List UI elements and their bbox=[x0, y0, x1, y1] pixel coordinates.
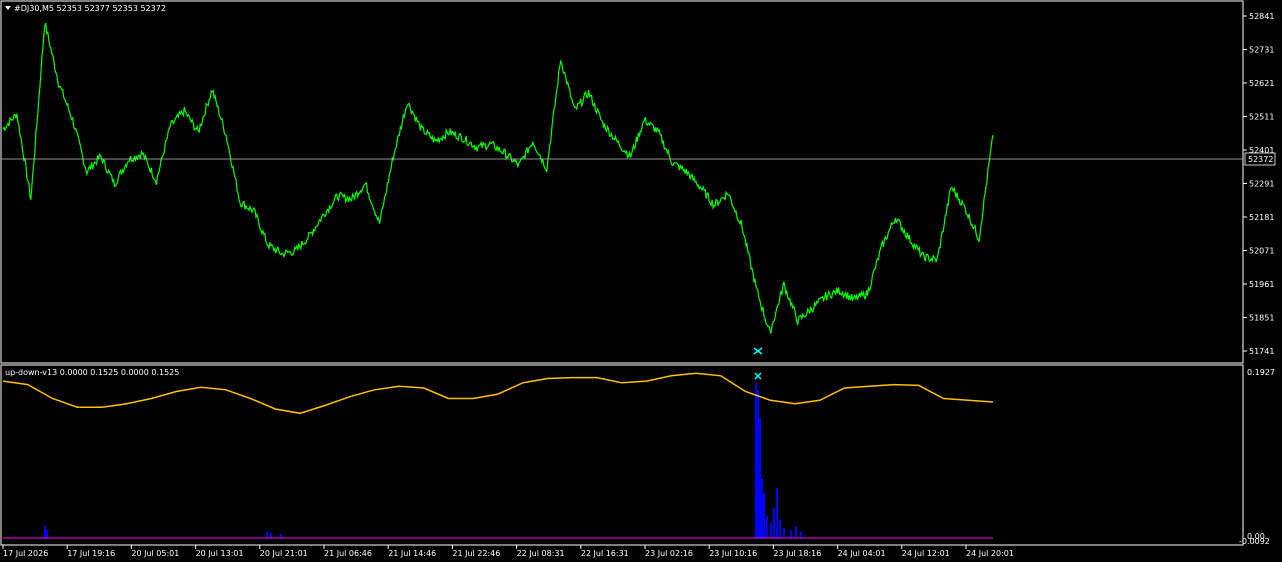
histogram-bar bbox=[790, 530, 792, 538]
histogram-bar bbox=[773, 508, 775, 538]
price-tick-label: 52621 bbox=[1249, 79, 1274, 88]
time-tick-label: 17 Jul 19:16 bbox=[67, 549, 115, 558]
price-tick-label: 52511 bbox=[1249, 113, 1274, 122]
histogram-bar bbox=[270, 533, 272, 538]
price-tick-label: 51741 bbox=[1249, 347, 1274, 356]
indicator-header: up-down-v13 0.0000 0.1525 0.0000 0.1525 bbox=[5, 368, 179, 377]
histogram-bar bbox=[776, 488, 778, 538]
histogram-bar bbox=[761, 478, 763, 538]
time-tick-label: 24 Jul 20:01 bbox=[966, 549, 1014, 558]
time-tick-label: 22 Jul 16:31 bbox=[581, 549, 629, 558]
histogram-bar bbox=[280, 534, 282, 538]
histogram-bar bbox=[266, 532, 268, 538]
price-tick-label: 52291 bbox=[1249, 180, 1274, 189]
indicator-tick-bottom: -0.0092 bbox=[1239, 537, 1270, 546]
trading-chart[interactable]: 5284152731526215251152401522915218152071… bbox=[0, 0, 1282, 562]
symbol-header: #DJ30,M5 52353 52377 52353 52372 bbox=[14, 4, 166, 13]
price-axis: 5284152731526215251152401522915218152071… bbox=[1243, 12, 1274, 356]
time-tick-label: 20 Jul 05:01 bbox=[131, 549, 179, 558]
histogram-bar bbox=[757, 390, 759, 538]
time-tick-label: 22 Jul 08:31 bbox=[517, 549, 565, 558]
histogram-bar bbox=[755, 383, 757, 538]
price-tick-label: 51961 bbox=[1249, 280, 1274, 289]
time-tick-label: 23 Jul 10:16 bbox=[709, 549, 757, 558]
histogram-bar bbox=[800, 532, 802, 538]
current-price-label: 52372 bbox=[1248, 155, 1273, 164]
time-tick-label: 24 Jul 12:01 bbox=[902, 549, 950, 558]
time-tick-label: 20 Jul 13:01 bbox=[196, 549, 244, 558]
histogram-bar bbox=[779, 520, 781, 538]
time-tick-label: 17 Jul 2026 bbox=[3, 549, 48, 558]
histogram-bar bbox=[795, 526, 797, 538]
histogram-bar bbox=[759, 418, 761, 538]
price-tick-label: 52731 bbox=[1249, 46, 1274, 55]
histogram-bar bbox=[766, 516, 768, 538]
time-tick-label: 21 Jul 06:46 bbox=[324, 549, 372, 558]
time-tick-label: 24 Jul 04:01 bbox=[838, 549, 886, 558]
price-tick-label: 52181 bbox=[1249, 213, 1274, 222]
time-tick-label: 23 Jul 02:16 bbox=[645, 549, 693, 558]
time-tick-label: 23 Jul 18:16 bbox=[773, 549, 821, 558]
time-axis: 17 Jul 2026 17 Jul 19:16 20 Jul 05:01 20 Ju… bbox=[2, 545, 1014, 558]
price-tick-label: 52841 bbox=[1249, 12, 1274, 21]
histogram-bar bbox=[46, 530, 48, 538]
price-pane-frame bbox=[0, 0, 1244, 364]
indicator-pane-frame bbox=[0, 364, 1244, 546]
histogram-bar bbox=[44, 526, 46, 538]
histogram-bar bbox=[770, 523, 772, 538]
time-tick-label: 21 Jul 14:46 bbox=[388, 549, 436, 558]
time-tick-label: 20 Jul 21:01 bbox=[260, 549, 308, 558]
price-tick-label: 52071 bbox=[1249, 247, 1274, 256]
price-tick-label: 51851 bbox=[1249, 314, 1274, 323]
histogram-bar bbox=[783, 528, 785, 538]
indicator-tick-top: 0.1927 bbox=[1247, 368, 1275, 377]
time-tick-label: 21 Jul 22:46 bbox=[452, 549, 500, 558]
histogram-bar bbox=[763, 493, 765, 538]
